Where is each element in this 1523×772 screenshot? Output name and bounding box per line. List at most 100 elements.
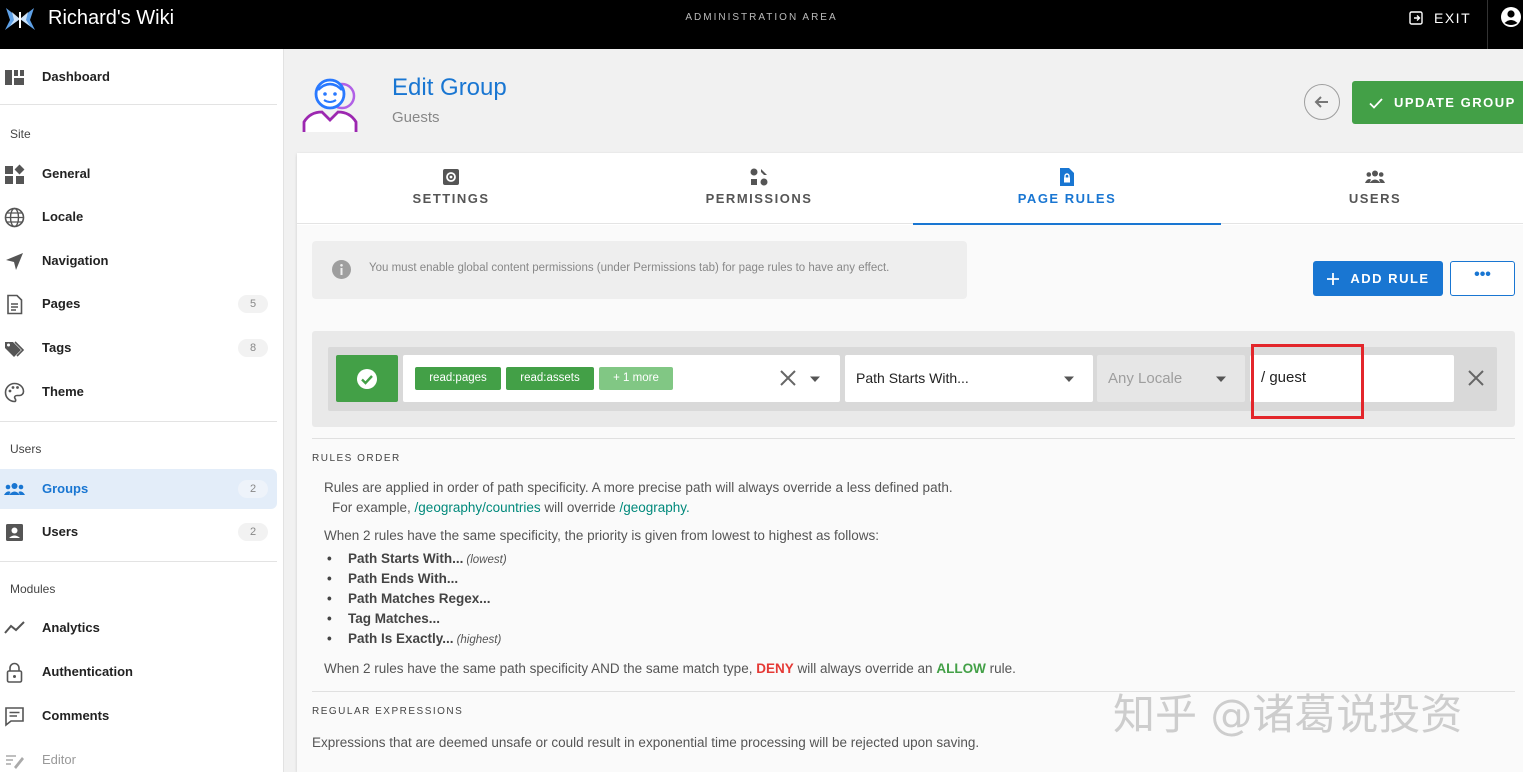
rules-order-text: Rules are applied in order of path speci… (324, 480, 953, 495)
page-subtitle: Guests (392, 109, 440, 126)
tags-count-badge: 8 (238, 339, 268, 357)
list-item: Tag Matches... (324, 611, 507, 631)
rule-locale-select[interactable]: Any Locale (1097, 355, 1245, 402)
sidebar-item-label: Comments (42, 708, 109, 723)
allow-keyword: ALLOW (936, 661, 986, 676)
arrow-left-icon (1312, 92, 1332, 112)
settings-icon (441, 167, 461, 187)
rule-match-select[interactable]: Path Starts With... (845, 355, 1093, 402)
permission-chip[interactable]: read:pages (415, 367, 501, 390)
top-bar: Richard's Wiki ADMINISTRATION AREA EXIT (0, 0, 1523, 49)
sidebar-item-theme[interactable]: Theme (0, 372, 277, 412)
permissions-icon (749, 167, 769, 187)
annotation-highlight-box (1251, 344, 1364, 419)
page-lock-icon (1057, 167, 1077, 187)
tab-settings[interactable]: SETTINGS (297, 153, 605, 224)
sidebar-item-pages[interactable]: Pages 5 (0, 284, 277, 324)
watermark: 知乎 @诸葛说投资 (1113, 681, 1462, 742)
delete-rule-icon[interactable] (1465, 367, 1487, 389)
check-icon (1368, 95, 1384, 111)
section-title-modules: Modules (10, 582, 55, 596)
sidebar-item-general[interactable]: General (0, 154, 277, 194)
rules-order-example: For example, /geography/countries will o… (332, 500, 690, 515)
back-button[interactable] (1304, 84, 1340, 120)
sidebar-item-analytics[interactable]: Analytics (0, 608, 277, 648)
sidebar-divider (0, 561, 277, 562)
caret-down-icon (1215, 373, 1227, 385)
user-card-icon (4, 522, 25, 543)
tab-users[interactable]: USERS (1221, 153, 1523, 224)
rule-locale-value: Any Locale (1108, 370, 1182, 387)
update-group-button[interactable]: UPDATE GROUP (1352, 81, 1523, 124)
tab-permissions[interactable]: PERMISSIONS (605, 153, 913, 224)
sidebar-item-label: Groups (42, 481, 88, 496)
tab-label: USERS (1221, 191, 1523, 206)
tags-icon (4, 338, 25, 359)
sidebar-item-navigation[interactable]: Navigation (0, 241, 277, 281)
sidebar-item-label: Dashboard (42, 69, 110, 84)
section-title-site: Site (10, 127, 31, 141)
info-alert: You must enable global content permissio… (312, 241, 967, 299)
sidebar-item-label: Users (42, 524, 78, 539)
dashboard-icon (4, 67, 25, 88)
section-title-users: Users (10, 442, 41, 456)
sidebar-item-dashboard[interactable]: Dashboard (0, 57, 277, 97)
tab-label: SETTINGS (297, 191, 605, 206)
rule-permissions-select[interactable]: read:pages read:assets + 1 more (403, 355, 840, 402)
add-rule-label: ADD RULE (1350, 271, 1429, 286)
priority-list: Path Starts With...(lowest) Path Ends Wi… (324, 551, 507, 651)
analytics-icon (4, 618, 25, 639)
exit-label: EXIT (1434, 10, 1471, 26)
deny-allow-text: When 2 rules have the same path specific… (324, 661, 1016, 676)
sidebar-item-tags[interactable]: Tags 8 (0, 328, 277, 368)
sidebar: Dashboard Site General Locale Navigation… (0, 49, 284, 772)
sidebar-item-label: General (42, 166, 90, 181)
sidebar-item-label: Authentication (42, 664, 133, 679)
rule-match-value: Path Starts With... (856, 370, 969, 386)
caret-down-icon (1063, 373, 1075, 385)
tab-page-rules[interactable]: PAGE RULES (913, 153, 1221, 224)
info-alert-text: You must enable global content permissio… (369, 262, 889, 274)
users-icon (1365, 167, 1385, 187)
tab-label: PAGE RULES (913, 191, 1221, 206)
example-link-countries: /geography/countries (415, 500, 541, 515)
caret-down-icon[interactable] (809, 373, 821, 385)
sidebar-divider (0, 421, 277, 422)
pages-count-badge: 5 (238, 295, 268, 313)
permission-chip[interactable]: read:assets (506, 367, 594, 390)
groups-count-badge: 2 (238, 480, 268, 498)
sidebar-item-users[interactable]: Users 2 (0, 512, 277, 552)
exit-button[interactable]: EXIT (1408, 9, 1471, 27)
sidebar-item-label: Pages (42, 296, 80, 311)
sidebar-item-editor[interactable]: Editor (0, 740, 277, 772)
account-icon[interactable] (1500, 6, 1522, 28)
exit-icon (1408, 10, 1424, 26)
comments-icon (4, 706, 25, 727)
general-icon (4, 164, 25, 185)
list-item: Path Is Exactly...(highest) (324, 631, 507, 651)
palette-icon (4, 382, 25, 403)
pages-icon (4, 294, 25, 315)
sidebar-item-locale[interactable]: Locale (0, 197, 277, 237)
example-link-geography: /geography. (619, 500, 689, 515)
info-icon (331, 259, 352, 280)
lock-icon (4, 662, 25, 683)
add-rule-button[interactable]: ADD RULE (1313, 261, 1443, 296)
more-options-button[interactable]: ••• (1450, 261, 1515, 296)
sidebar-item-label: Editor (42, 752, 76, 767)
check-circle-icon (356, 368, 378, 390)
sidebar-item-authentication[interactable]: Authentication (0, 652, 277, 692)
editor-icon (4, 750, 25, 771)
clear-icon[interactable] (778, 368, 798, 388)
list-item: Path Ends With... (324, 571, 507, 591)
rules-priority-intro: When 2 rules have the same specificity, … (324, 528, 879, 543)
rule-allow-toggle[interactable] (336, 355, 398, 402)
rules-order-title: RULES ORDER (312, 453, 401, 464)
sidebar-item-label: Tags (42, 340, 71, 355)
sidebar-item-groups[interactable]: Groups 2 (0, 469, 277, 509)
deny-keyword: DENY (756, 661, 794, 676)
section-divider (312, 438, 1515, 439)
sidebar-item-comments[interactable]: Comments (0, 696, 277, 736)
users-count-badge: 2 (238, 523, 268, 541)
more-permissions-chip[interactable]: + 1 more (599, 367, 673, 390)
